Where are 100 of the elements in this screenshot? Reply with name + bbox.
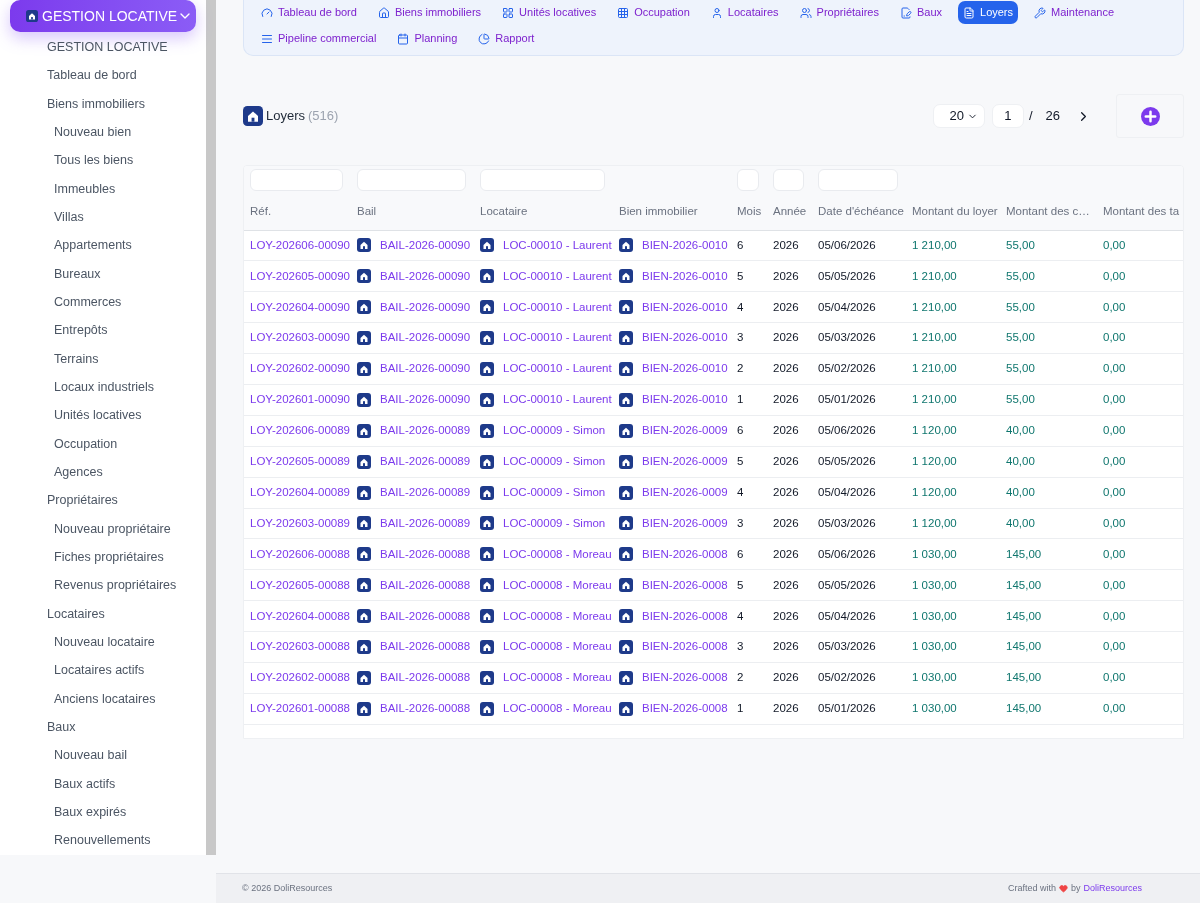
property-link[interactable]: BIEN-2026-0010 bbox=[642, 298, 728, 316]
reference-link[interactable]: LOY-202603-00090 bbox=[250, 331, 350, 344]
lease-link[interactable]: BAIL-2026-00090 bbox=[380, 267, 471, 285]
column-header[interactable]: Locataire bbox=[480, 205, 528, 218]
scrollbar[interactable] bbox=[206, 0, 216, 855]
reference-link[interactable]: LOY-202603-00089 bbox=[250, 516, 350, 529]
nav-tab[interactable]: Biens immobiliers bbox=[372, 1, 487, 24]
sidebar-subitem[interactable]: Revenus propriétaires bbox=[0, 571, 206, 600]
tenant-link[interactable]: LOC-00008 - Moreau bbox=[503, 576, 612, 594]
sidebar-item[interactable]: Baux bbox=[0, 713, 206, 742]
tenant-link[interactable]: LOC-00008 - Moreau bbox=[503, 638, 612, 656]
tenant-link[interactable]: LOC-00010 - Laurent bbox=[503, 360, 612, 378]
tenant-link[interactable]: LOC-00009 - Simon bbox=[503, 483, 606, 502]
sidebar-subitem[interactable]: Agences bbox=[0, 458, 206, 487]
column-header[interactable]: Montant des c… bbox=[1006, 205, 1090, 218]
tenant-link[interactable]: LOC-00010 - Laurent bbox=[503, 298, 612, 316]
column-header[interactable]: Date d'échéance bbox=[818, 205, 904, 218]
lease-link[interactable]: BAIL-2026-00088 bbox=[380, 669, 471, 687]
tenant-link[interactable]: LOC-00010 - Laurent bbox=[503, 236, 612, 255]
sidebar-subitem[interactable]: Locaux industriels bbox=[0, 373, 206, 402]
column-header[interactable]: Montant des ta bbox=[1103, 205, 1180, 218]
sidebar-subitem[interactable]: Nouveau locataire bbox=[0, 628, 206, 657]
sidebar-subitem[interactable]: Locataires actifs bbox=[0, 656, 206, 685]
tenant-link[interactable]: LOC-00008 - Moreau bbox=[503, 607, 612, 625]
property-link[interactable]: BIEN-2026-0010 bbox=[642, 360, 728, 378]
sidebar-subitem[interactable]: Fiches propriétaires bbox=[0, 543, 206, 572]
lease-link[interactable]: BAIL-2026-00089 bbox=[380, 422, 471, 440]
tenant-link[interactable]: LOC-00010 - Laurent bbox=[503, 329, 612, 347]
property-link[interactable]: BIEN-2026-0009 bbox=[642, 514, 728, 533]
lease-link[interactable]: BAIL-2026-00089 bbox=[380, 483, 471, 502]
column-header[interactable]: Mois bbox=[737, 205, 762, 218]
column-header[interactable]: Réf. bbox=[250, 205, 272, 218]
sidebar-subitem[interactable]: Baux actifs bbox=[0, 769, 206, 799]
sidebar-subitem[interactable]: Tous les biens bbox=[0, 146, 206, 175]
lease-link[interactable]: BAIL-2026-00088 bbox=[380, 607, 471, 625]
nav-tab[interactable]: Rapport bbox=[473, 27, 540, 50]
sidebar-item[interactable]: GESTION LOCATIVE bbox=[0, 33, 206, 62]
nav-tab[interactable]: Loyers bbox=[958, 1, 1019, 24]
sidebar-subitem[interactable]: Baux expirés bbox=[0, 798, 206, 827]
column-header[interactable]: Année bbox=[773, 205, 807, 218]
sidebar-subitem[interactable]: Renouvellements bbox=[0, 826, 206, 855]
reference-link[interactable]: LOY-202601-00090 bbox=[250, 393, 350, 406]
sidebar-subitem[interactable]: Villas bbox=[0, 203, 206, 232]
lease-link[interactable]: BAIL-2026-00088 bbox=[380, 576, 471, 594]
sidebar-subitem[interactable]: Unités locatives bbox=[0, 401, 206, 430]
lease-link[interactable]: BAIL-2026-00089 bbox=[380, 453, 471, 471]
tenant-link[interactable]: LOC-00008 - Moreau bbox=[503, 700, 612, 718]
nav-tab[interactable]: Tableau de bord bbox=[256, 1, 362, 24]
property-link[interactable]: BIEN-2026-0010 bbox=[642, 329, 728, 347]
property-link[interactable]: BIEN-2026-0010 bbox=[642, 267, 728, 285]
lease-link[interactable]: BAIL-2026-00089 bbox=[380, 514, 471, 533]
property-link[interactable]: BIEN-2026-0008 bbox=[642, 700, 728, 718]
nav-tab[interactable]: Unités locatives bbox=[497, 1, 602, 24]
sidebar-subitem[interactable]: Bureaux bbox=[0, 259, 206, 289]
sidebar-subitem[interactable]: Appartements bbox=[0, 231, 206, 260]
add-icon[interactable] bbox=[1140, 106, 1160, 126]
reference-link[interactable]: LOY-202605-00088 bbox=[250, 578, 350, 591]
sidebar-subitem[interactable]: Nouveau propriétaire bbox=[0, 514, 206, 544]
lease-link[interactable]: BAIL-2026-00090 bbox=[380, 391, 471, 409]
nav-tab[interactable]: Maintenance bbox=[1029, 1, 1120, 24]
column-header[interactable]: Bien immobilier bbox=[619, 205, 698, 218]
reference-link[interactable]: LOY-202605-00090 bbox=[250, 269, 350, 282]
page-size-select[interactable]: 20 bbox=[932, 104, 985, 128]
reference-link[interactable]: LOY-202603-00088 bbox=[250, 640, 350, 653]
nav-tab[interactable]: Planning bbox=[392, 27, 463, 50]
tenant-link[interactable]: LOC-00009 - Simon bbox=[503, 453, 606, 471]
property-link[interactable]: BIEN-2026-0008 bbox=[642, 545, 728, 563]
lease-link[interactable]: BAIL-2026-00088 bbox=[380, 638, 471, 656]
reference-link[interactable]: LOY-202606-00090 bbox=[250, 238, 350, 251]
property-link[interactable]: BIEN-2026-0008 bbox=[642, 669, 728, 687]
column-header[interactable]: Montant du loyer bbox=[912, 205, 998, 218]
sidebar-item[interactable]: Propriétaires bbox=[0, 486, 206, 515]
nav-tab[interactable]: Occupation bbox=[612, 1, 695, 24]
lease-link[interactable]: BAIL-2026-00090 bbox=[380, 298, 471, 316]
tenant-link[interactable]: LOC-00008 - Moreau bbox=[503, 545, 612, 563]
reference-link[interactable]: LOY-202606-00089 bbox=[250, 424, 350, 437]
reference-link[interactable]: LOY-202605-00089 bbox=[250, 455, 350, 468]
nav-tab[interactable]: Locataires bbox=[705, 1, 784, 24]
tenant-link[interactable]: LOC-00010 - Laurent bbox=[503, 391, 612, 409]
property-link[interactable]: BIEN-2026-0008 bbox=[642, 638, 728, 656]
lease-link[interactable]: BAIL-2026-00090 bbox=[380, 236, 471, 255]
sidebar-subitem[interactable]: Anciens locataires bbox=[0, 684, 206, 714]
property-link[interactable]: BIEN-2026-0008 bbox=[642, 607, 728, 625]
nav-tab[interactable]: Pipeline commercial bbox=[256, 27, 382, 50]
reference-link[interactable]: LOY-202604-00090 bbox=[250, 300, 350, 313]
tenant-link[interactable]: LOC-00009 - Simon bbox=[503, 422, 606, 440]
reference-link[interactable]: LOY-202602-00090 bbox=[250, 362, 350, 375]
property-link[interactable]: BIEN-2026-0008 bbox=[642, 576, 728, 594]
property-link[interactable]: BIEN-2026-0009 bbox=[642, 422, 728, 440]
sidebar-subitem[interactable]: Nouveau bail bbox=[0, 741, 206, 770]
sidebar-subitem[interactable]: Occupation bbox=[0, 429, 206, 459]
tenant-link[interactable]: LOC-00008 - Moreau bbox=[503, 669, 612, 687]
reference-link[interactable]: LOY-202601-00088 bbox=[250, 702, 350, 715]
nav-tab[interactable]: Baux bbox=[894, 1, 947, 24]
property-link[interactable]: BIEN-2026-0010 bbox=[642, 236, 728, 255]
property-link[interactable]: BIEN-2026-0009 bbox=[642, 483, 728, 502]
brand-link[interactable]: DoliResources bbox=[1083, 881, 1142, 896]
sidebar-item[interactable]: Biens immobiliers bbox=[0, 89, 206, 119]
reference-link[interactable]: LOY-202604-00089 bbox=[250, 485, 350, 498]
sidebar-item[interactable]: Locataires bbox=[0, 599, 206, 629]
